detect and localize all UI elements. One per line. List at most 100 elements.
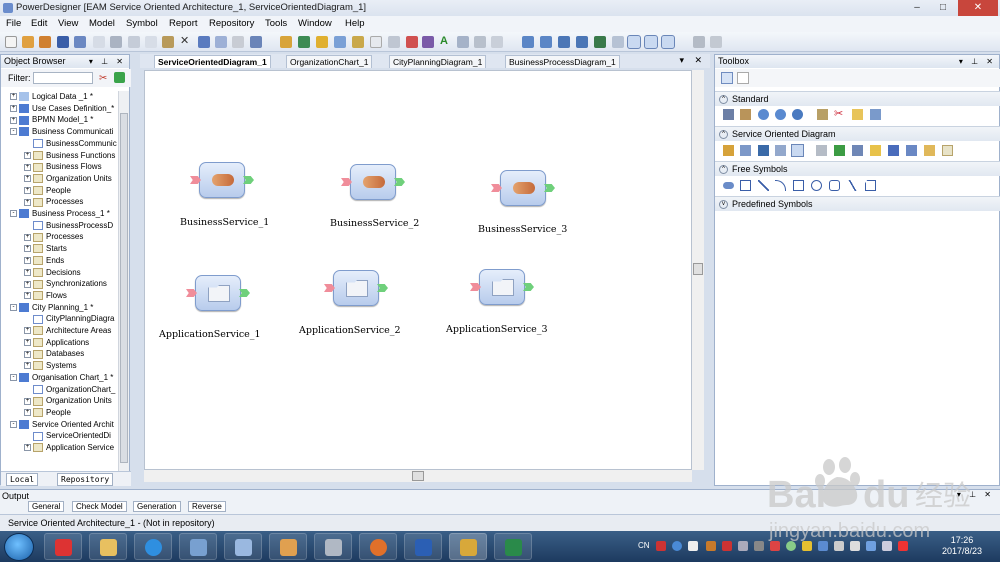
tab-business-process-diagram[interactable]: BusinessProcessDiagram_1: [505, 55, 620, 68]
filter-input[interactable]: [33, 72, 93, 84]
page-icon[interactable]: [370, 36, 382, 48]
format-icon[interactable]: [474, 36, 486, 48]
tray-icon[interactable]: [754, 541, 764, 551]
expand-icon[interactable]: +: [24, 186, 31, 194]
scrollbar-thumb[interactable]: [412, 471, 424, 481]
undo-icon[interactable]: [198, 36, 210, 48]
collapse-icon[interactable]: -: [10, 374, 17, 382]
collapse-icon[interactable]: -: [10, 303, 17, 311]
tree-item[interactable]: + Logical Data _1 *: [10, 91, 93, 103]
tree-item[interactable]: + Ends: [24, 255, 64, 267]
tree-item[interactable]: ServiceOrientedDi: [24, 430, 111, 442]
zoom-out-icon[interactable]: [540, 36, 552, 48]
grabber-icon[interactable]: [740, 109, 751, 120]
list-view-icon[interactable]: [644, 35, 658, 49]
menu-symbol[interactable]: Symbol: [126, 18, 158, 29]
copy-icon[interactable]: [145, 36, 157, 48]
paste-icon[interactable]: [162, 36, 174, 48]
tree-item[interactable]: - Business Communicati: [10, 126, 113, 138]
expand-icon[interactable]: +: [24, 444, 31, 452]
collapse-icon[interactable]: -: [10, 128, 17, 136]
tray-icon[interactable]: [738, 541, 748, 551]
taskbar-app-ie[interactable]: [134, 533, 172, 560]
text-icon[interactable]: [740, 180, 751, 191]
business-service-icon[interactable]: [723, 145, 734, 156]
expand-icon[interactable]: +: [24, 292, 31, 300]
export-icon[interactable]: [710, 36, 722, 48]
taskbar-app-tool[interactable]: [179, 533, 217, 560]
tab-general[interactable]: General: [28, 501, 65, 512]
expand-icon[interactable]: +: [10, 93, 17, 101]
arc-icon[interactable]: [775, 180, 786, 191]
message-icon[interactable]: [906, 145, 917, 156]
line-icon[interactable]: [758, 180, 769, 191]
tree-item[interactable]: + Organization Units: [24, 173, 112, 185]
taskbar-app-window[interactable]: [224, 533, 262, 560]
collapse-icon[interactable]: -: [10, 420, 17, 428]
language-indicator[interactable]: CN: [638, 541, 650, 550]
open-icon[interactable]: [22, 36, 34, 48]
expand-icon[interactable]: +: [24, 409, 31, 417]
taskbar-app-explorer[interactable]: [89, 533, 127, 560]
tree-item[interactable]: + Use Cases Definition_*: [10, 103, 114, 115]
service-interface-icon[interactable]: [775, 145, 786, 156]
application-icon[interactable]: [791, 144, 804, 157]
package-icon[interactable]: [852, 109, 863, 120]
taskbar-app-word[interactable]: [404, 533, 442, 560]
open-workspace-icon[interactable]: [39, 36, 51, 48]
system-icon[interactable]: [888, 145, 899, 156]
expand-icon[interactable]: +: [24, 362, 31, 370]
tab-close-icon[interactable]: ▾ ✕: [679, 55, 706, 66]
link-icon[interactable]: [870, 109, 881, 120]
layout-icon[interactable]: [491, 36, 503, 48]
open-diagram-icon[interactable]: [792, 109, 803, 120]
cut-icon[interactable]: [128, 36, 140, 48]
service-label[interactable]: ApplicationService_3: [446, 324, 548, 335]
expand-icon[interactable]: +: [24, 198, 31, 206]
menu-help[interactable]: Help: [345, 18, 365, 29]
service-label[interactable]: ApplicationService_1: [159, 329, 261, 340]
canvas-horizontal-scrollbar[interactable]: [144, 470, 692, 482]
rounded-rectangle-icon[interactable]: [829, 180, 840, 191]
process-icon[interactable]: [834, 145, 845, 156]
tree-item[interactable]: + People: [24, 185, 71, 197]
menu-window[interactable]: Window: [298, 18, 332, 29]
tree-item[interactable]: + Applications: [24, 337, 89, 349]
tree-item[interactable]: - Business Process_1 *: [10, 208, 110, 220]
model-icon[interactable]: [250, 36, 262, 48]
expand-icon[interactable]: +: [24, 257, 31, 265]
taskbar-app-firefox[interactable]: [359, 533, 397, 560]
tab-repository[interactable]: Repository: [57, 473, 114, 486]
taskbar-app-powerdesigner-red[interactable]: [44, 533, 82, 560]
service-body[interactable]: [479, 269, 525, 305]
scrollbar-thumb[interactable]: [693, 263, 703, 275]
flow-icon[interactable]: [852, 145, 863, 156]
print-setup-icon[interactable]: [693, 36, 705, 48]
section-service-oriented-diagram[interactable]: ^ Service Oriented Diagram: [715, 126, 1000, 141]
polygon-icon[interactable]: [865, 180, 876, 191]
tree-item[interactable]: + BPMN Model_1 *: [10, 114, 93, 126]
database-icon[interactable]: [816, 145, 827, 156]
component-icon[interactable]: [758, 145, 769, 156]
section-free-symbols[interactable]: ^ Free Symbols: [715, 161, 1000, 176]
tree-item[interactable]: + Organization Units: [24, 395, 112, 407]
service-label[interactable]: ApplicationService_2: [299, 325, 401, 336]
expand-icon[interactable]: +: [24, 397, 31, 405]
start-button[interactable]: [4, 533, 34, 561]
panel-pin-icon[interactable]: ▾ ⊥ ✕: [959, 55, 996, 68]
tree-item[interactable]: OrganizationChart_: [24, 384, 115, 396]
properties-icon[interactable]: [817, 109, 828, 120]
service-label[interactable]: BusinessService_3: [478, 224, 567, 235]
properties-icon[interactable]: [232, 36, 244, 48]
maximize-button[interactable]: □: [930, 0, 956, 16]
expand-icon[interactable]: +: [24, 175, 31, 183]
panel-pin-icon[interactable]: ▾ ⊥ ✕: [89, 55, 126, 68]
zoom-page-icon[interactable]: [576, 36, 588, 48]
expand-icon[interactable]: +: [24, 268, 31, 276]
apply-filter-icon[interactable]: [114, 72, 125, 83]
rounded-rect-icon[interactable]: [723, 182, 734, 189]
expand-icon[interactable]: +: [10, 116, 17, 124]
service-label[interactable]: BusinessService_1: [180, 217, 269, 228]
tab-organization-chart[interactable]: OrganizationChart_1: [286, 55, 373, 68]
tab-city-planning-diagram[interactable]: CityPlanningDiagram_1: [389, 55, 487, 68]
